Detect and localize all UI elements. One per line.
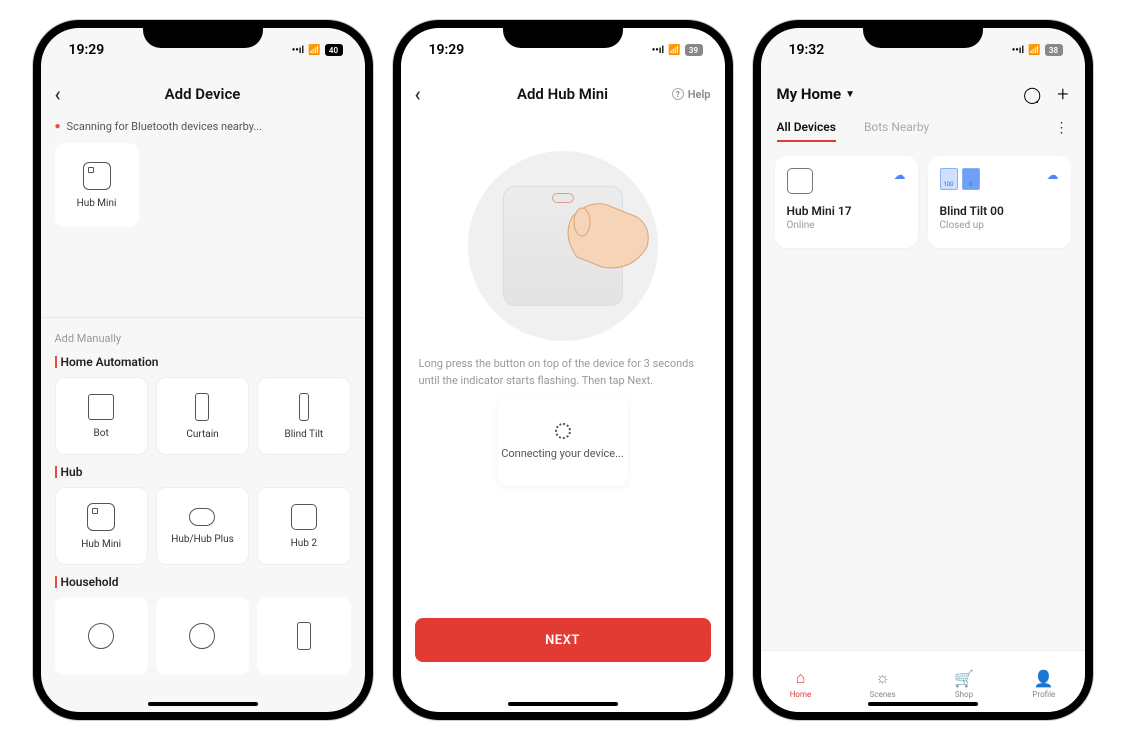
hub-device-illustration bbox=[503, 186, 623, 306]
device-icon bbox=[297, 622, 311, 650]
scan-dot-icon: ● bbox=[55, 121, 61, 132]
device-icon bbox=[88, 623, 114, 649]
tab-shop[interactable]: 🛒 Shop bbox=[954, 669, 974, 699]
scan-text: Scanning for Bluetooth devices nearby... bbox=[67, 120, 263, 133]
add-manually-label: Add Manually bbox=[55, 332, 351, 345]
blind-tilt-icon: 100 0 bbox=[940, 168, 1059, 194]
device-card[interactable] bbox=[55, 597, 148, 675]
category-title: Home Automation bbox=[55, 355, 351, 369]
page-title: Add Device bbox=[165, 85, 241, 103]
device-card-hub-mini[interactable]: Hub Mini bbox=[55, 487, 148, 565]
device-card-hub-plus[interactable]: Hub/Hub Plus bbox=[156, 487, 249, 565]
next-button[interactable]: NEXT bbox=[415, 618, 711, 662]
hub2-icon bbox=[291, 504, 317, 530]
profile-icon: 👤 bbox=[1034, 669, 1054, 688]
device-name: Hub Mini 17 bbox=[787, 204, 906, 218]
status-time: 19:29 bbox=[69, 42, 105, 58]
home-dropdown[interactable]: My Home ▼ bbox=[777, 85, 855, 103]
add-icon[interactable]: + bbox=[1057, 82, 1068, 106]
category-title: Household bbox=[55, 575, 351, 589]
back-button[interactable]: ‹ bbox=[415, 82, 421, 106]
battery-icon: 40 bbox=[325, 44, 343, 56]
device-tile-blind-tilt[interactable]: 100 0 ☁ Blind Tilt 00 Closed up bbox=[928, 156, 1071, 248]
status-time: 19:32 bbox=[789, 42, 825, 58]
device-icon bbox=[189, 623, 215, 649]
nav-bar: ‹ Add Device bbox=[41, 72, 365, 116]
pairing-illustration bbox=[415, 136, 711, 356]
separator bbox=[41, 317, 365, 318]
device-card-blind-tilt[interactable]: Blind Tilt bbox=[257, 377, 350, 455]
device-card-hub-2[interactable]: Hub 2 bbox=[257, 487, 350, 565]
hub-mini-icon bbox=[787, 168, 813, 194]
help-button[interactable]: ? Help bbox=[672, 88, 711, 101]
battery-icon: 38 bbox=[1045, 44, 1063, 56]
spinner-icon bbox=[555, 423, 571, 439]
notch bbox=[863, 20, 983, 48]
found-device-label: Hub Mini bbox=[77, 198, 117, 209]
status-icons: ••ıl 📶 38 bbox=[1012, 44, 1063, 56]
phone-1-add-device: 19:29 ••ıl 📶 40 ‹ Add Device ● Scanning … bbox=[33, 20, 373, 720]
blind-tilt-icon bbox=[299, 393, 309, 421]
found-device-card[interactable]: Hub Mini bbox=[55, 143, 139, 227]
tab-profile[interactable]: 👤 Profile bbox=[1032, 669, 1055, 699]
notch bbox=[143, 20, 263, 48]
help-label: Help bbox=[688, 88, 711, 101]
home-indicator[interactable] bbox=[508, 702, 618, 706]
bot-icon bbox=[88, 394, 114, 420]
status-icons: ••ıl 📶 40 bbox=[292, 44, 343, 56]
back-button[interactable]: ‹ bbox=[55, 82, 61, 106]
hand-icon bbox=[552, 187, 652, 277]
nav-bar: ‹ Add Hub Mini ? Help bbox=[401, 72, 725, 116]
device-name: Blind Tilt 00 bbox=[940, 204, 1059, 218]
cloud-icon bbox=[189, 508, 215, 526]
device-card[interactable] bbox=[257, 597, 350, 675]
curtain-icon bbox=[195, 393, 209, 421]
notch bbox=[503, 20, 623, 48]
red-bar-icon bbox=[55, 576, 57, 588]
device-card-curtain[interactable]: Curtain bbox=[156, 377, 249, 455]
device-card-bot[interactable]: Bot bbox=[55, 377, 148, 455]
scenes-icon: ☼ bbox=[875, 668, 890, 688]
scan-status: ● Scanning for Bluetooth devices nearby.… bbox=[55, 120, 351, 133]
home-indicator[interactable] bbox=[148, 702, 258, 706]
battery-icon: 39 bbox=[685, 44, 703, 56]
tabs: All Devices Bots Nearby ⋮ bbox=[761, 120, 1085, 142]
home-header: My Home ▼ ◯̣ + bbox=[761, 72, 1085, 116]
red-bar-icon bbox=[55, 356, 57, 368]
instruction-text: Long press the button on top of the devi… bbox=[415, 356, 711, 389]
red-bar-icon bbox=[55, 466, 57, 478]
cloud-icon: ☁ bbox=[894, 168, 906, 182]
connecting-text: Connecting your device... bbox=[501, 447, 624, 460]
shop-icon: 🛒 bbox=[954, 669, 974, 688]
notification-icon[interactable]: ◯̣ bbox=[1023, 85, 1041, 104]
tab-bots-nearby[interactable]: Bots Nearby bbox=[864, 120, 929, 142]
device-card[interactable] bbox=[156, 597, 249, 675]
tab-scenes[interactable]: ☼ Scenes bbox=[870, 668, 896, 699]
tab-all-devices[interactable]: All Devices bbox=[777, 120, 836, 142]
home-icon: ⌂ bbox=[796, 668, 806, 688]
page-title: Add Hub Mini bbox=[517, 85, 608, 103]
device-status: Online bbox=[787, 220, 906, 231]
device-status: Closed up bbox=[940, 220, 1059, 231]
tab-home[interactable]: ⌂ Home bbox=[790, 668, 812, 699]
cloud-icon: ☁ bbox=[1047, 168, 1059, 182]
phone-2-add-hub-mini: 19:29 ••ıl 📶 39 ‹ Add Hub Mini ? Help bbox=[393, 20, 733, 720]
home-indicator[interactable] bbox=[868, 702, 978, 706]
connecting-dialog: Connecting your device... bbox=[498, 396, 628, 486]
more-menu-icon[interactable]: ⋮ bbox=[1055, 120, 1069, 142]
device-tile-hub-mini[interactable]: ☁ Hub Mini 17 Online bbox=[775, 156, 918, 248]
hub-mini-icon bbox=[83, 162, 111, 190]
phone-3-my-home: 19:32 ••ıl 📶 38 My Home ▼ ◯̣ + All Devic… bbox=[753, 20, 1093, 720]
status-icons: ••ıl 📶 39 bbox=[652, 44, 703, 56]
help-icon: ? bbox=[672, 88, 684, 100]
category-title: Hub bbox=[55, 465, 351, 479]
status-time: 19:29 bbox=[429, 42, 465, 58]
hub-mini-icon bbox=[87, 503, 115, 531]
chevron-down-icon: ▼ bbox=[845, 89, 855, 100]
